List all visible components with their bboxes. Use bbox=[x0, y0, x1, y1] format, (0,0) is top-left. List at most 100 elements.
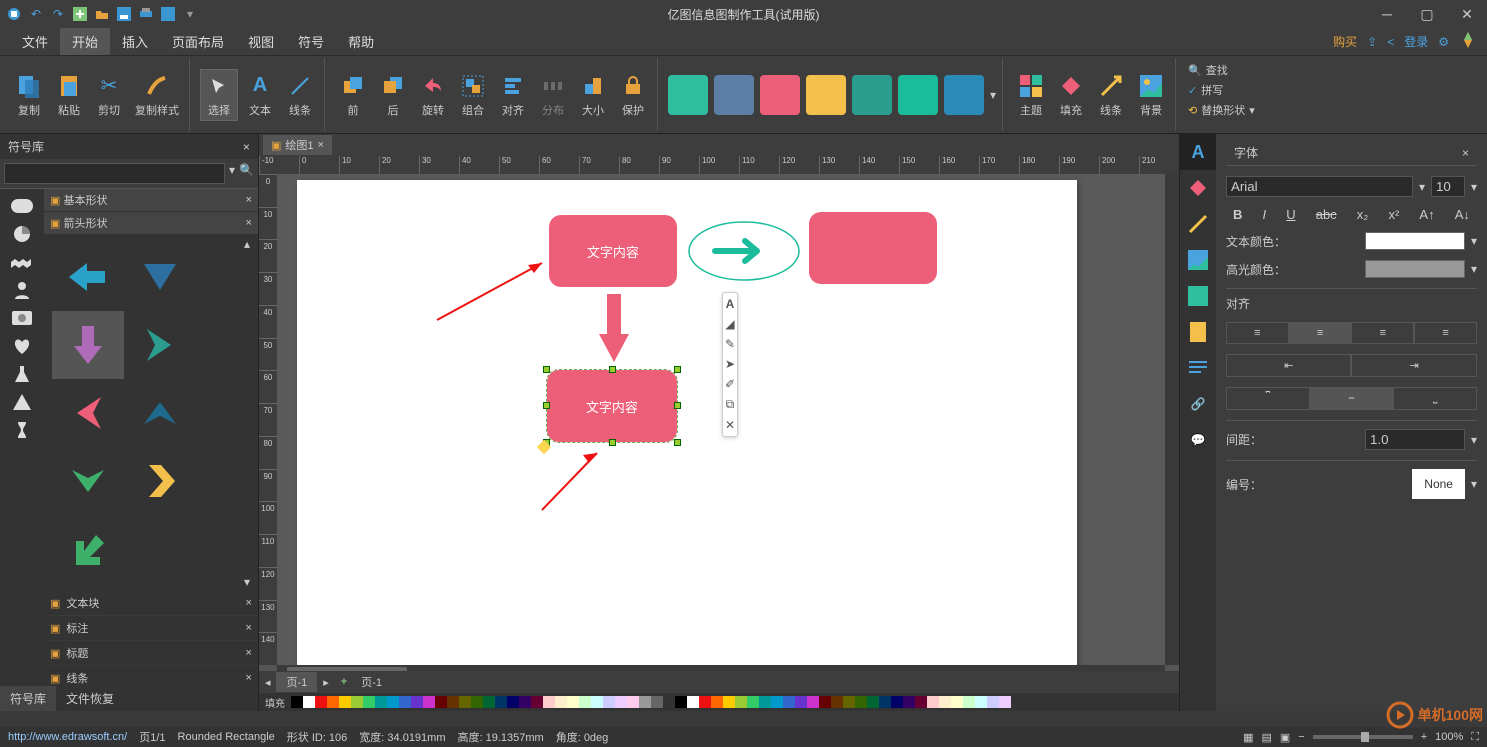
section-arrows[interactable]: ▣ 箭头形状× bbox=[44, 212, 258, 235]
shape-arrow-left[interactable] bbox=[52, 243, 124, 311]
open-icon[interactable] bbox=[94, 6, 110, 22]
valign-mid-button[interactable]: ⎯ bbox=[1310, 387, 1394, 410]
shape-chevr-right2[interactable] bbox=[124, 447, 196, 515]
rotate-button[interactable]: 旋转 bbox=[415, 70, 451, 120]
color-swatch[interactable] bbox=[939, 696, 951, 708]
color-swatch[interactable] bbox=[879, 696, 891, 708]
back-button[interactable]: 后 bbox=[375, 70, 411, 120]
color-swatch[interactable] bbox=[351, 696, 363, 708]
color-swatch[interactable] bbox=[843, 696, 855, 708]
search-dropdown-icon[interactable]: ▾ bbox=[229, 163, 235, 184]
protect-button[interactable]: 保护 bbox=[615, 70, 651, 120]
section-basic[interactable]: ▣ 基本形状× bbox=[44, 189, 258, 212]
color-swatch-4[interactable] bbox=[806, 75, 846, 115]
color-swatch[interactable] bbox=[615, 696, 627, 708]
cat-tri-icon[interactable] bbox=[6, 391, 38, 413]
font-shrink-button[interactable]: A↓ bbox=[1455, 207, 1470, 222]
qat-more-icon[interactable]: ▾ bbox=[182, 6, 198, 22]
cat-vase-icon[interactable] bbox=[6, 419, 38, 441]
rp-paint-icon[interactable] bbox=[1180, 170, 1216, 206]
replace-shape-button[interactable]: ⟲替换形状▾ bbox=[1188, 102, 1255, 118]
menu-insert[interactable]: 插入 bbox=[110, 28, 160, 55]
color-swatch[interactable] bbox=[579, 696, 591, 708]
color-swatch[interactable] bbox=[387, 696, 399, 708]
color-swatch[interactable] bbox=[759, 696, 771, 708]
page-add-icon[interactable]: + bbox=[335, 676, 353, 688]
color-swatch[interactable] bbox=[507, 696, 519, 708]
color-swatch[interactable] bbox=[303, 696, 315, 708]
lines-button[interactable]: 线条 bbox=[1093, 70, 1129, 120]
cloud-icon[interactable]: ⇪ bbox=[1367, 35, 1377, 49]
maximize-button[interactable]: ▢ bbox=[1407, 0, 1447, 28]
zoom-out-button[interactable]: − bbox=[1298, 731, 1304, 743]
numbering-select[interactable]: None bbox=[1412, 469, 1465, 499]
tab-recover[interactable]: 文件恢复 bbox=[56, 686, 124, 711]
menu-start[interactable]: 开始 bbox=[60, 28, 110, 55]
rp-layer-icon[interactable] bbox=[1180, 278, 1216, 314]
rp-link-icon[interactable]: 🔗 bbox=[1180, 386, 1216, 422]
cat-shapes-icon[interactable] bbox=[6, 195, 38, 217]
theme-button[interactable]: 主题 bbox=[1013, 70, 1049, 120]
color-swatch[interactable] bbox=[795, 696, 807, 708]
group-button[interactable]: 组合 bbox=[455, 70, 491, 120]
save-icon[interactable] bbox=[116, 6, 132, 22]
shape-ellipse-arrow[interactable] bbox=[687, 220, 802, 282]
color-swatch[interactable] bbox=[867, 696, 879, 708]
rp-page-icon[interactable] bbox=[1180, 314, 1216, 350]
align-left-button[interactable]: ≡ bbox=[1226, 322, 1289, 344]
color-swatch[interactable] bbox=[567, 696, 579, 708]
color-swatch-5[interactable] bbox=[852, 75, 892, 115]
share-icon[interactable]: < bbox=[1387, 35, 1394, 49]
front-button[interactable]: 前 bbox=[335, 70, 371, 120]
new-icon[interactable] bbox=[72, 6, 88, 22]
page-next-icon[interactable]: ▸ bbox=[317, 676, 335, 689]
format-painter-button[interactable]: 复制样式 bbox=[131, 70, 183, 120]
view-icon-3[interactable]: ▣ bbox=[1280, 731, 1290, 744]
font-family-input[interactable] bbox=[1226, 176, 1413, 197]
font-family-dd-icon[interactable]: ▾ bbox=[1419, 180, 1425, 194]
color-swatch[interactable] bbox=[687, 696, 699, 708]
settings-icon[interactable]: ⚙ bbox=[1438, 35, 1449, 49]
color-swatch[interactable] bbox=[447, 696, 459, 708]
textcolor-swatch[interactable] bbox=[1365, 232, 1465, 250]
minimize-button[interactable]: ─ bbox=[1367, 0, 1407, 28]
color-swatch[interactable] bbox=[375, 696, 387, 708]
close-button[interactable]: ✕ bbox=[1447, 0, 1487, 28]
doc-tab[interactable]: ▣绘图1× bbox=[263, 135, 332, 155]
page-tab[interactable]: 页-1 bbox=[276, 672, 317, 692]
doc-tab-close-icon[interactable]: × bbox=[317, 139, 323, 151]
redo-icon[interactable]: ↷ bbox=[50, 6, 66, 22]
color-swatch[interactable] bbox=[771, 696, 783, 708]
color-swatch[interactable] bbox=[471, 696, 483, 708]
color-swatch-7[interactable] bbox=[944, 75, 984, 115]
lib-item[interactable]: ▣线条× bbox=[44, 666, 258, 686]
color-swatch[interactable] bbox=[927, 696, 939, 708]
color-swatch[interactable] bbox=[663, 696, 675, 708]
ft-edit-icon[interactable]: ✎ bbox=[725, 337, 735, 351]
distribute-button[interactable]: 分布 bbox=[535, 70, 571, 120]
color-swatch[interactable] bbox=[639, 696, 651, 708]
shelf-scroll-up[interactable]: ▴ bbox=[244, 237, 256, 251]
shape-rrect-2[interactable] bbox=[809, 212, 937, 284]
shape-tri-down[interactable] bbox=[124, 243, 196, 311]
valign-top-button[interactable]: ⎴ bbox=[1226, 387, 1310, 410]
fill-button[interactable]: 填充 bbox=[1053, 70, 1089, 120]
ft-delete-icon[interactable]: ✕ bbox=[725, 418, 735, 432]
color-swatch-1[interactable] bbox=[668, 75, 708, 115]
color-swatch-6[interactable] bbox=[898, 75, 938, 115]
hilite-swatch[interactable] bbox=[1365, 260, 1465, 278]
color-swatch[interactable] bbox=[987, 696, 999, 708]
subscript-button[interactable]: x₂ bbox=[1357, 207, 1369, 222]
cat-pie-icon[interactable] bbox=[6, 223, 38, 245]
color-swatch[interactable] bbox=[999, 696, 1011, 708]
canvas-viewport[interactable]: 文字内容 文字内容 A ◢ bbox=[277, 174, 1165, 665]
align-center-button[interactable]: ≡ bbox=[1289, 322, 1352, 344]
color-swatch[interactable] bbox=[603, 696, 615, 708]
color-swatch[interactable] bbox=[315, 696, 327, 708]
page[interactable]: 文字内容 文字内容 A ◢ bbox=[297, 180, 1077, 665]
color-swatch[interactable] bbox=[531, 696, 543, 708]
export-icon[interactable] bbox=[160, 6, 176, 22]
color-swatch-3[interactable] bbox=[760, 75, 800, 115]
align-justify-button[interactable]: ≡ bbox=[1414, 322, 1477, 344]
page-tab-alt[interactable]: 页-1 bbox=[353, 674, 390, 690]
